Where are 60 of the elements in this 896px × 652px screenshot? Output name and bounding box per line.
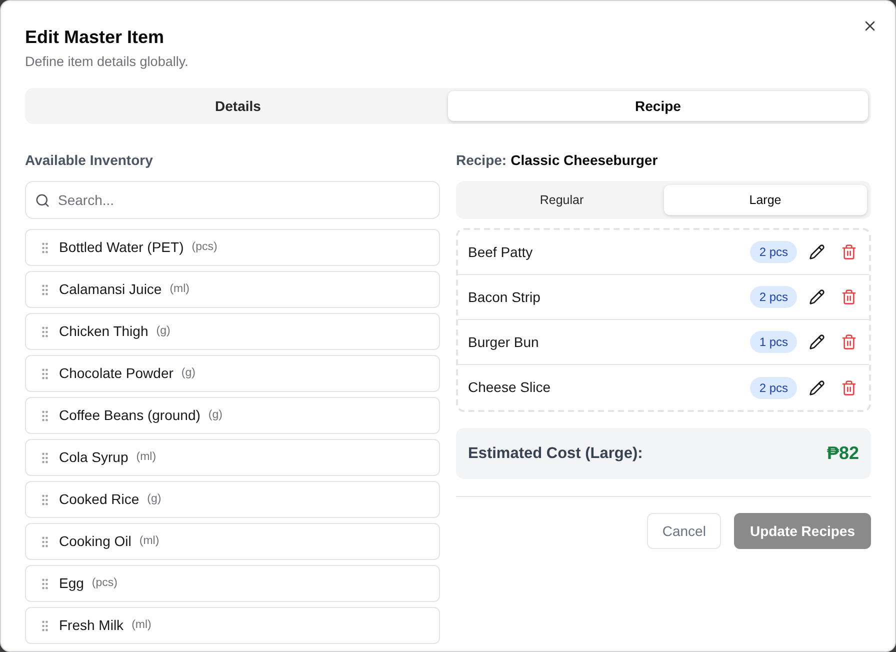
delete-icon[interactable] [841,289,857,305]
ingredient-name: Bacon Strip [468,288,542,307]
section-heading: Available Inventory [25,151,154,170]
size-tab[interactable]: Large [664,185,867,215]
item-name: Egg [59,574,84,593]
cost-value: ₱82 [826,442,859,465]
inventory-item[interactable]: Bottled Water (PET) (pcs) [25,229,440,266]
item-unit: (g) [208,408,222,423]
inventory-item[interactable]: Calamansi Juice (ml) [25,271,440,308]
inventory-item[interactable]: Chicken Thigh (g) [25,313,440,350]
inventory-item[interactable]: Chocolate Powder (g) [25,355,440,392]
edit-icon[interactable] [809,244,825,260]
inventory-item[interactable]: Cola Syrup (ml) [25,439,440,476]
item-name: Fresh Milk [59,616,124,635]
item-unit: (pcs) [92,576,118,591]
ingredient-name: Burger Bun [468,332,540,352]
item-name: Cooking Oil [59,532,132,551]
cancel-button[interactable]: Cancel [647,513,721,549]
item-unit: (ml) [132,618,152,633]
delete-icon[interactable] [841,380,857,396]
item-unit: (ml) [139,534,160,549]
delete-icon[interactable] [841,334,857,350]
quantity-badge: 1 pcs [750,331,797,353]
inventory-item[interactable]: Cooked Rice (g) [25,481,440,518]
recipe-label: Recipe: [456,151,507,170]
item-unit: (pcs) [192,240,218,255]
item-name: Calamansi Juice [59,280,162,299]
item-name: Chicken Thigh [59,322,148,341]
item-name: Cooked Rice [59,490,140,509]
search-icon [35,192,50,208]
inventory-item[interactable]: Fresh Milk (ml) [25,607,440,644]
dialog-subtitle: Define item details globally. [25,53,190,71]
item-unit: (ml) [170,282,190,297]
item-name: Coffee Beans (ground) [59,406,200,425]
quantity-badge: 2 pcs [750,241,797,263]
quantity-badge: 2 pcs [750,286,797,308]
tab[interactable]: Recipe [448,91,868,121]
item-unit: (g) [156,324,170,339]
recipe-name: Classic Cheeseburger [510,151,658,170]
inventory-item[interactable]: Cooking Oil (ml) [25,523,440,560]
item-unit: (g) [181,366,196,381]
ingredient-name: Cheese Slice [468,378,552,397]
item-name: Bottled Water (PET) [59,238,184,257]
edit-icon[interactable] [809,380,825,396]
size-tab[interactable]: Regular [460,185,664,215]
item-unit: (g) [147,492,162,507]
item-name: Chocolate Powder [59,364,174,383]
inventory-item[interactable]: Coffee Beans (ground) (g) [25,397,440,434]
edit-icon[interactable] [809,289,825,305]
quantity-badge: 2 pcs [750,376,797,398]
edit-icon[interactable] [809,334,825,350]
ingredient-name: Beef Patty [468,242,534,262]
item-name: Cola Syrup [59,448,128,467]
dialog-title: Edit Master Item [25,26,166,49]
tab[interactable]: Details [28,91,448,121]
delete-icon[interactable] [841,244,857,260]
inventory-item[interactable]: Egg (pcs) [25,565,440,602]
item-unit: (ml) [136,450,156,465]
search-field[interactable]: Search... [25,181,440,219]
cost-label: Estimated Cost (Large): [468,444,643,464]
